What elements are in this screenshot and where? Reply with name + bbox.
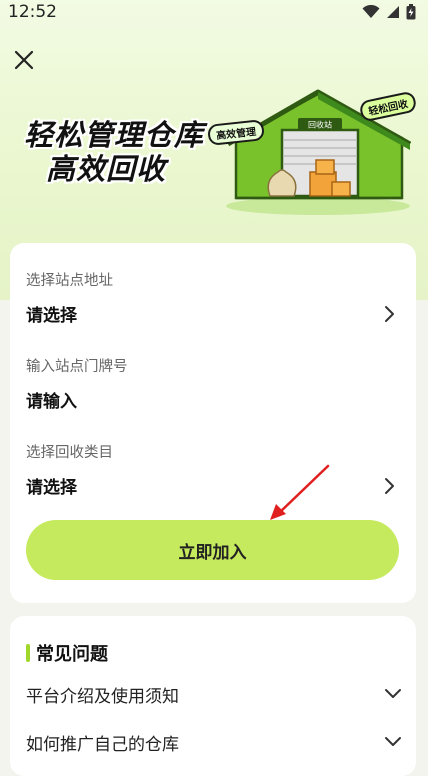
wifi-icon — [362, 5, 380, 18]
chevron-down-icon — [385, 689, 401, 698]
join-form-card: 选择站点地址 请选择 输入站点门牌号 请输入 选择回收类目 请选择 立即加入 — [10, 243, 416, 603]
chevron-right-icon — [385, 478, 394, 494]
faq-header: 常见问题 — [26, 640, 108, 666]
faq-question: 如何推广自己的仓库 — [26, 735, 179, 755]
hero-title-line1: 轻松管理仓库 — [24, 118, 205, 152]
faq-item-platform-intro[interactable]: 平台介绍及使用须知 — [26, 682, 404, 708]
hero-title: 轻松管理仓库 高效回收 — [24, 118, 204, 186]
close-button[interactable] — [8, 44, 40, 76]
site-address-value: 请选择 — [26, 306, 77, 326]
faq-item-promote-warehouse[interactable]: 如何推广自己的仓库 — [26, 730, 404, 756]
recycle-category-label: 选择回收类目 — [26, 445, 113, 461]
join-now-button[interactable]: 立即加入 — [26, 520, 399, 580]
annotation-arrow-icon — [270, 464, 330, 520]
house-number-label: 输入站点门牌号 — [26, 359, 128, 375]
signal-icon — [387, 6, 399, 18]
house-number-input[interactable]: 请输入 — [10, 381, 416, 417]
faq-card: 常见问题 平台介绍及使用须知 如何推广自己的仓库 — [10, 616, 416, 776]
chevron-down-icon — [385, 737, 401, 746]
close-icon — [14, 50, 34, 70]
status-icons — [362, 4, 416, 20]
recycle-category-value: 请选择 — [26, 478, 77, 498]
faq-accent-bar — [26, 644, 30, 662]
chevron-right-icon — [385, 306, 394, 322]
faq-question: 平台介绍及使用须知 — [26, 687, 179, 707]
status-time: 12:52 — [8, 2, 57, 22]
faq-title: 常见问题 — [36, 644, 108, 665]
hero-title-line2: 高效回收 — [46, 152, 167, 186]
site-address-label: 选择站点地址 — [26, 273, 113, 289]
site-address-select[interactable]: 请选择 — [10, 295, 416, 331]
recycle-category-select[interactable]: 请选择 — [10, 467, 416, 503]
battery-icon — [406, 4, 416, 20]
warehouse-sign: 回收站 — [308, 120, 332, 130]
status-bar: 12:52 — [0, 0, 428, 26]
house-number-placeholder: 请输入 — [26, 392, 77, 412]
